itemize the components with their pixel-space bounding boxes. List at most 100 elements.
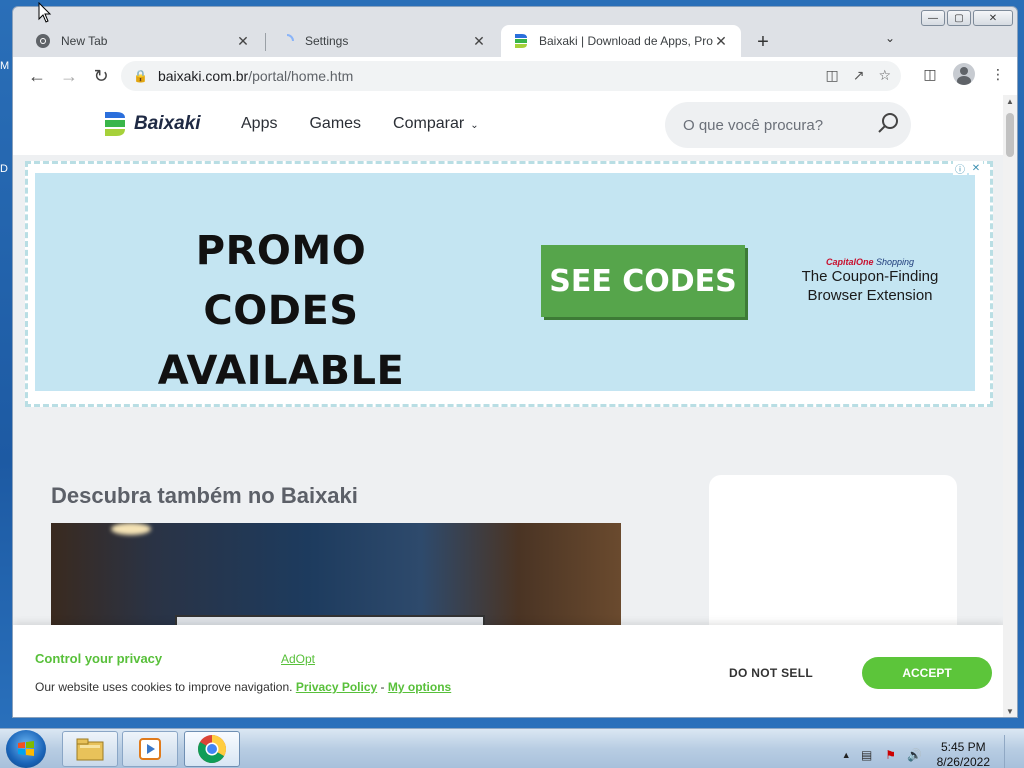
new-tab-button[interactable]: + <box>751 31 775 54</box>
bookmark-star-icon[interactable]: ☆ <box>878 67 891 84</box>
nav-item-comparar[interactable]: Comparar ⌄ <box>393 115 479 133</box>
privacy-title: Control your privacy <box>35 651 163 666</box>
site-search-input[interactable]: O que você procura? <box>665 102 911 148</box>
minimize-icon: — <box>928 12 938 24</box>
toolbar-right: ◫ ⋮ <box>919 63 1009 85</box>
chrome-icon <box>35 33 51 49</box>
media-player-icon <box>139 738 161 760</box>
close-tab-icon[interactable]: ✕ <box>713 33 729 50</box>
desktop-icon-label-fragment: M <box>0 60 10 72</box>
windows-logo-icon <box>18 741 34 756</box>
chevron-down-icon: ⌄ <box>470 120 479 131</box>
scroll-thumb[interactable] <box>1006 113 1014 157</box>
show-hidden-icons-icon[interactable]: ▲ <box>842 750 851 760</box>
brand-shopping: Shopping <box>876 257 915 267</box>
ad-headline-line: PROMO CODES <box>195 228 367 334</box>
forward-button[interactable]: → <box>53 60 85 92</box>
baixaki-logo[interactable]: Baixaki <box>103 111 201 137</box>
side-panel-icon[interactable]: ◫ <box>919 63 941 85</box>
ad-close-icon[interactable]: ✕ <box>969 161 983 175</box>
menu-kebab-icon[interactable]: ⋮ <box>987 63 1009 85</box>
system-tray: ▲ ▤ ⚑ 🔊 5:45 PM 8/26/2022 <box>842 735 1016 768</box>
back-arrow-icon: ← <box>28 65 46 86</box>
close-tab-icon[interactable]: ✕ <box>235 33 251 50</box>
browser-window: — ▢ ✕ New Tab ✕ Settings ✕ Baixaki | Dow… <box>12 6 1018 718</box>
privacy-policy-link[interactable]: Privacy Policy <box>296 680 377 694</box>
taskbar-file-explorer[interactable] <box>62 731 118 767</box>
tab-new-tab[interactable]: New Tab ✕ <box>23 25 263 57</box>
clock[interactable]: 5:45 PM 8/26/2022 <box>937 740 990 768</box>
url-path: /portal/home.htm <box>248 68 354 84</box>
ad-sponsor: CapitalOne Shopping The Coupon-Finding B… <box>795 257 945 305</box>
reload-icon: ↻ <box>93 65 109 86</box>
share-icon[interactable]: ↗ <box>853 67 865 84</box>
volume-icon[interactable]: 🔊 <box>907 747 923 763</box>
tab-search-chevron-icon[interactable]: ⌄ <box>885 31 895 45</box>
do-not-sell-button[interactable]: DO NOT SELL <box>729 666 813 680</box>
omnibox-actions: ◫ ↗ ☆ <box>825 67 891 84</box>
tab-settings[interactable]: Settings ✕ <box>267 25 499 57</box>
reload-button[interactable]: ↻ <box>85 60 117 92</box>
scroll-down-icon[interactable]: ▼ <box>1003 705 1017 717</box>
chrome-icon <box>198 735 226 763</box>
ad-tagline-line: Browser Extension <box>807 287 933 304</box>
brand-one: One <box>855 257 874 267</box>
search-placeholder: O que você procura? <box>683 116 824 134</box>
nav-item-apps[interactable]: Apps <box>241 115 277 133</box>
tab-title: New Tab <box>61 34 108 48</box>
promo-ad-banner[interactable]: PROMO CODES AVAILABLE SEE CODES CapitalO… <box>35 173 975 394</box>
start-button[interactable] <box>6 730 46 768</box>
adchoices-info-icon[interactable]: ⓘ <box>953 161 967 176</box>
tab-separator <box>265 33 266 51</box>
logo-text: Baixaki <box>134 113 201 134</box>
network-icon[interactable]: ▤ <box>859 747 875 763</box>
translate-icon[interactable]: ◫ <box>825 67 838 84</box>
lamp-glow <box>111 523 151 535</box>
close-tab-icon[interactable]: ✕ <box>471 33 487 50</box>
nav-item-label: Comparar <box>393 115 465 132</box>
tab-baixaki[interactable]: Baixaki | Download de Apps, Prog ✕ <box>501 25 741 57</box>
search-icon[interactable] <box>877 111 911 139</box>
taskbar-chrome[interactable] <box>184 731 240 767</box>
desktop-icon-label-fragment: D <box>0 163 8 175</box>
featured-article-image[interactable] <box>51 523 621 633</box>
taskbar: ▲ ▤ ⚑ 🔊 5:45 PM 8/26/2022 <box>0 728 1024 768</box>
page-scrollbar[interactable]: ▲ ▼ <box>1003 95 1017 717</box>
capital-one-shopping-logo: CapitalOne Shopping <box>795 257 945 267</box>
privacy-text: Our website uses cookies to improve navi… <box>35 680 293 694</box>
url-host: baixaki.com.br <box>157 68 249 84</box>
scroll-up-icon[interactable]: ▲ <box>1003 95 1017 109</box>
clock-date: 8/26/2022 <box>936 755 990 768</box>
accept-button[interactable]: ACCEPT <box>862 657 992 689</box>
main-nav: Apps Games Comparar ⌄ <box>241 115 479 133</box>
address-bar[interactable]: 🔒 baixaki.com.br/portal/home.htm ◫ ↗ ☆ <box>121 61 901 91</box>
forward-arrow-icon: → <box>60 65 78 86</box>
browser-toolbar: ← → ↻ 🔒 baixaki.com.br/portal/home.htm ◫… <box>13 57 1017 95</box>
tab-title: Settings <box>305 34 349 48</box>
show-desktop-button[interactable] <box>1004 735 1016 768</box>
privacy-description: Our website uses cookies to improve navi… <box>35 680 451 694</box>
my-options-link[interactable]: My options <box>388 680 451 694</box>
baixaki-logo-icon <box>103 111 127 137</box>
cookie-consent-bar: Control your privacy AdOpt Our website u… <box>13 625 1005 717</box>
nav-item-games[interactable]: Games <box>309 115 361 133</box>
folder-icon <box>76 738 104 761</box>
close-icon: ✕ <box>988 12 998 24</box>
clock-time: 5:45 PM <box>940 740 986 754</box>
see-codes-button[interactable]: SEE CODES <box>541 245 745 317</box>
lock-icon: 🔒 <box>133 69 148 83</box>
link-separator: - <box>380 680 385 694</box>
back-button[interactable]: ← <box>21 60 53 92</box>
ad-tagline-line: The Coupon-Finding <box>801 268 939 285</box>
adopt-link[interactable]: AdOpt <box>281 652 315 666</box>
profile-avatar-icon[interactable] <box>953 63 975 85</box>
taskbar-media-player[interactable] <box>122 731 178 767</box>
loading-icon <box>279 33 295 49</box>
page-viewport: Baixaki Apps Games Comparar ⌄ O que você … <box>13 95 1005 717</box>
baixaki-favicon-icon <box>513 33 529 49</box>
brand-capital: Capital <box>825 257 856 267</box>
site-header: Baixaki Apps Games Comparar ⌄ O que você … <box>13 95 1005 155</box>
tab-title: Baixaki | Download de Apps, Prog <box>539 34 713 48</box>
action-center-flag-icon[interactable]: ⚑ <box>883 747 899 763</box>
section-title: Descubra também no Baixaki <box>51 483 358 508</box>
